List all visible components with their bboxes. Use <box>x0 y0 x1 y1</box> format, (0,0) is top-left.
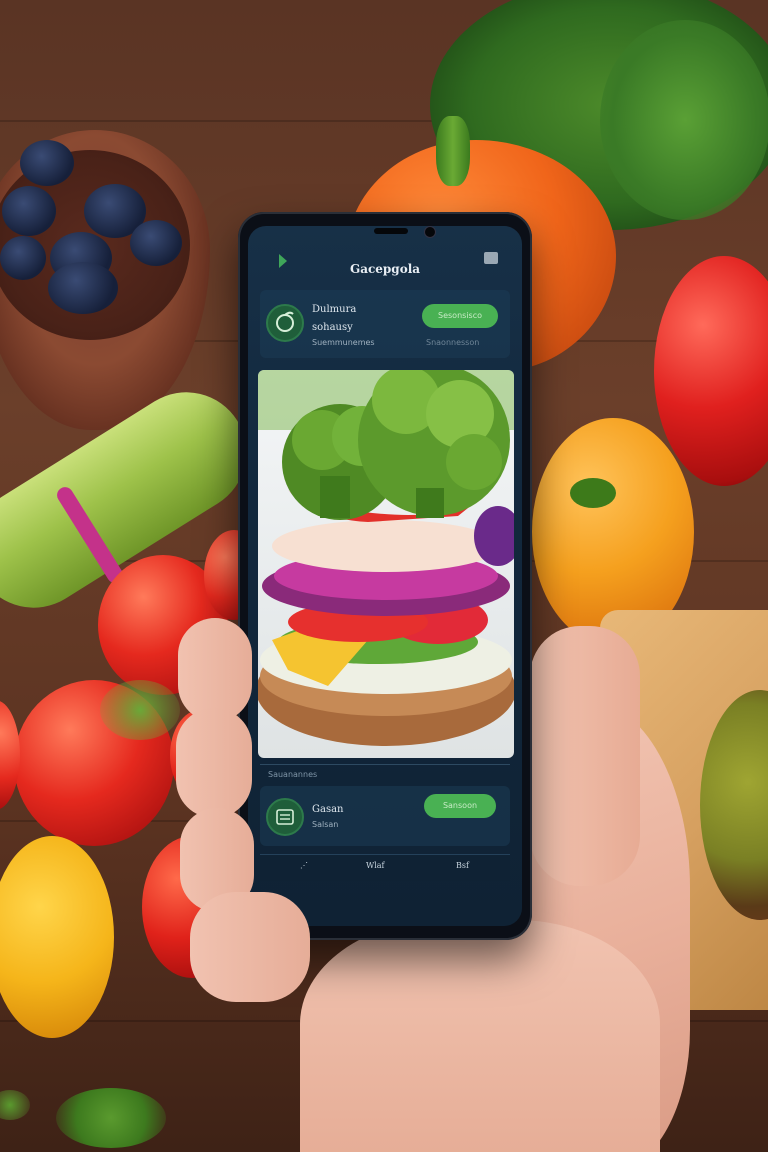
meal-photo <box>258 370 514 758</box>
smartphone: Gacepgola Dulmura sohausy Suemmunemes Se… <box>238 212 532 940</box>
blueberry <box>0 236 46 280</box>
thumb <box>530 626 640 886</box>
lower-card: Gasan Salsan Sansoon <box>260 786 510 846</box>
red-tomato <box>654 256 768 486</box>
lower-action-button[interactable]: Sansoon <box>424 794 496 818</box>
middle-finger <box>176 708 252 818</box>
pinky-finger <box>190 892 310 1002</box>
kitchen-scene: Gacepgola Dulmura sohausy Suemmunemes Se… <box>0 0 768 1152</box>
parsley-leaves <box>100 680 180 740</box>
checklist-icon <box>266 798 304 836</box>
index-finger <box>178 618 252 722</box>
header-action-button[interactable]: Sesonsisco <box>422 304 498 328</box>
app-top-bar: Gacepgola <box>248 246 522 280</box>
tomato-stem <box>570 478 616 508</box>
parsley-leaves <box>0 1090 30 1120</box>
lower-line-2: Salsan <box>312 820 339 829</box>
lower-line-1: Gasan <box>312 804 344 815</box>
leaf-logo-icon <box>266 304 304 342</box>
menu-icon[interactable] <box>484 252 498 264</box>
parsley-leaves <box>56 1088 166 1148</box>
nav-item-3[interactable]: Bsf <box>456 861 469 870</box>
blueberry <box>130 220 182 266</box>
blueberry <box>48 262 118 314</box>
sandwich-illustration <box>258 370 514 746</box>
header-line-1: Dulmura <box>312 304 357 315</box>
front-camera <box>424 226 436 238</box>
yellow-tomato <box>0 836 114 1038</box>
blueberry <box>20 140 74 186</box>
bottom-nav: ⋰ Wlaf Bsf <box>260 854 510 881</box>
checklist-glyph <box>276 809 294 825</box>
header-line-2: sohausy <box>312 322 353 333</box>
nav-item-2[interactable]: Wlaf <box>366 861 385 870</box>
hand-wrist <box>300 920 660 1152</box>
header-action-caption: Snaonnesson <box>426 338 480 347</box>
leaf-glyph <box>276 311 294 332</box>
leafy-greens <box>600 20 768 220</box>
lower-section-caption: Sauanannes <box>268 770 318 779</box>
lower-section-divider <box>260 764 510 765</box>
speaker-notch <box>374 228 408 234</box>
phone-screen: Gacepgola Dulmura sohausy Suemmunemes Se… <box>248 226 522 926</box>
blueberry <box>2 186 56 236</box>
nav-item-1[interactable]: ⋰ <box>300 861 308 870</box>
app-title: Gacepgola <box>349 262 421 276</box>
header-card: Dulmura sohausy Suemmunemes Sesonsisco S… <box>260 290 510 358</box>
pepper-stem <box>436 116 470 186</box>
cherry-tomato <box>0 700 20 810</box>
header-line-3: Suemmunemes <box>312 338 375 347</box>
